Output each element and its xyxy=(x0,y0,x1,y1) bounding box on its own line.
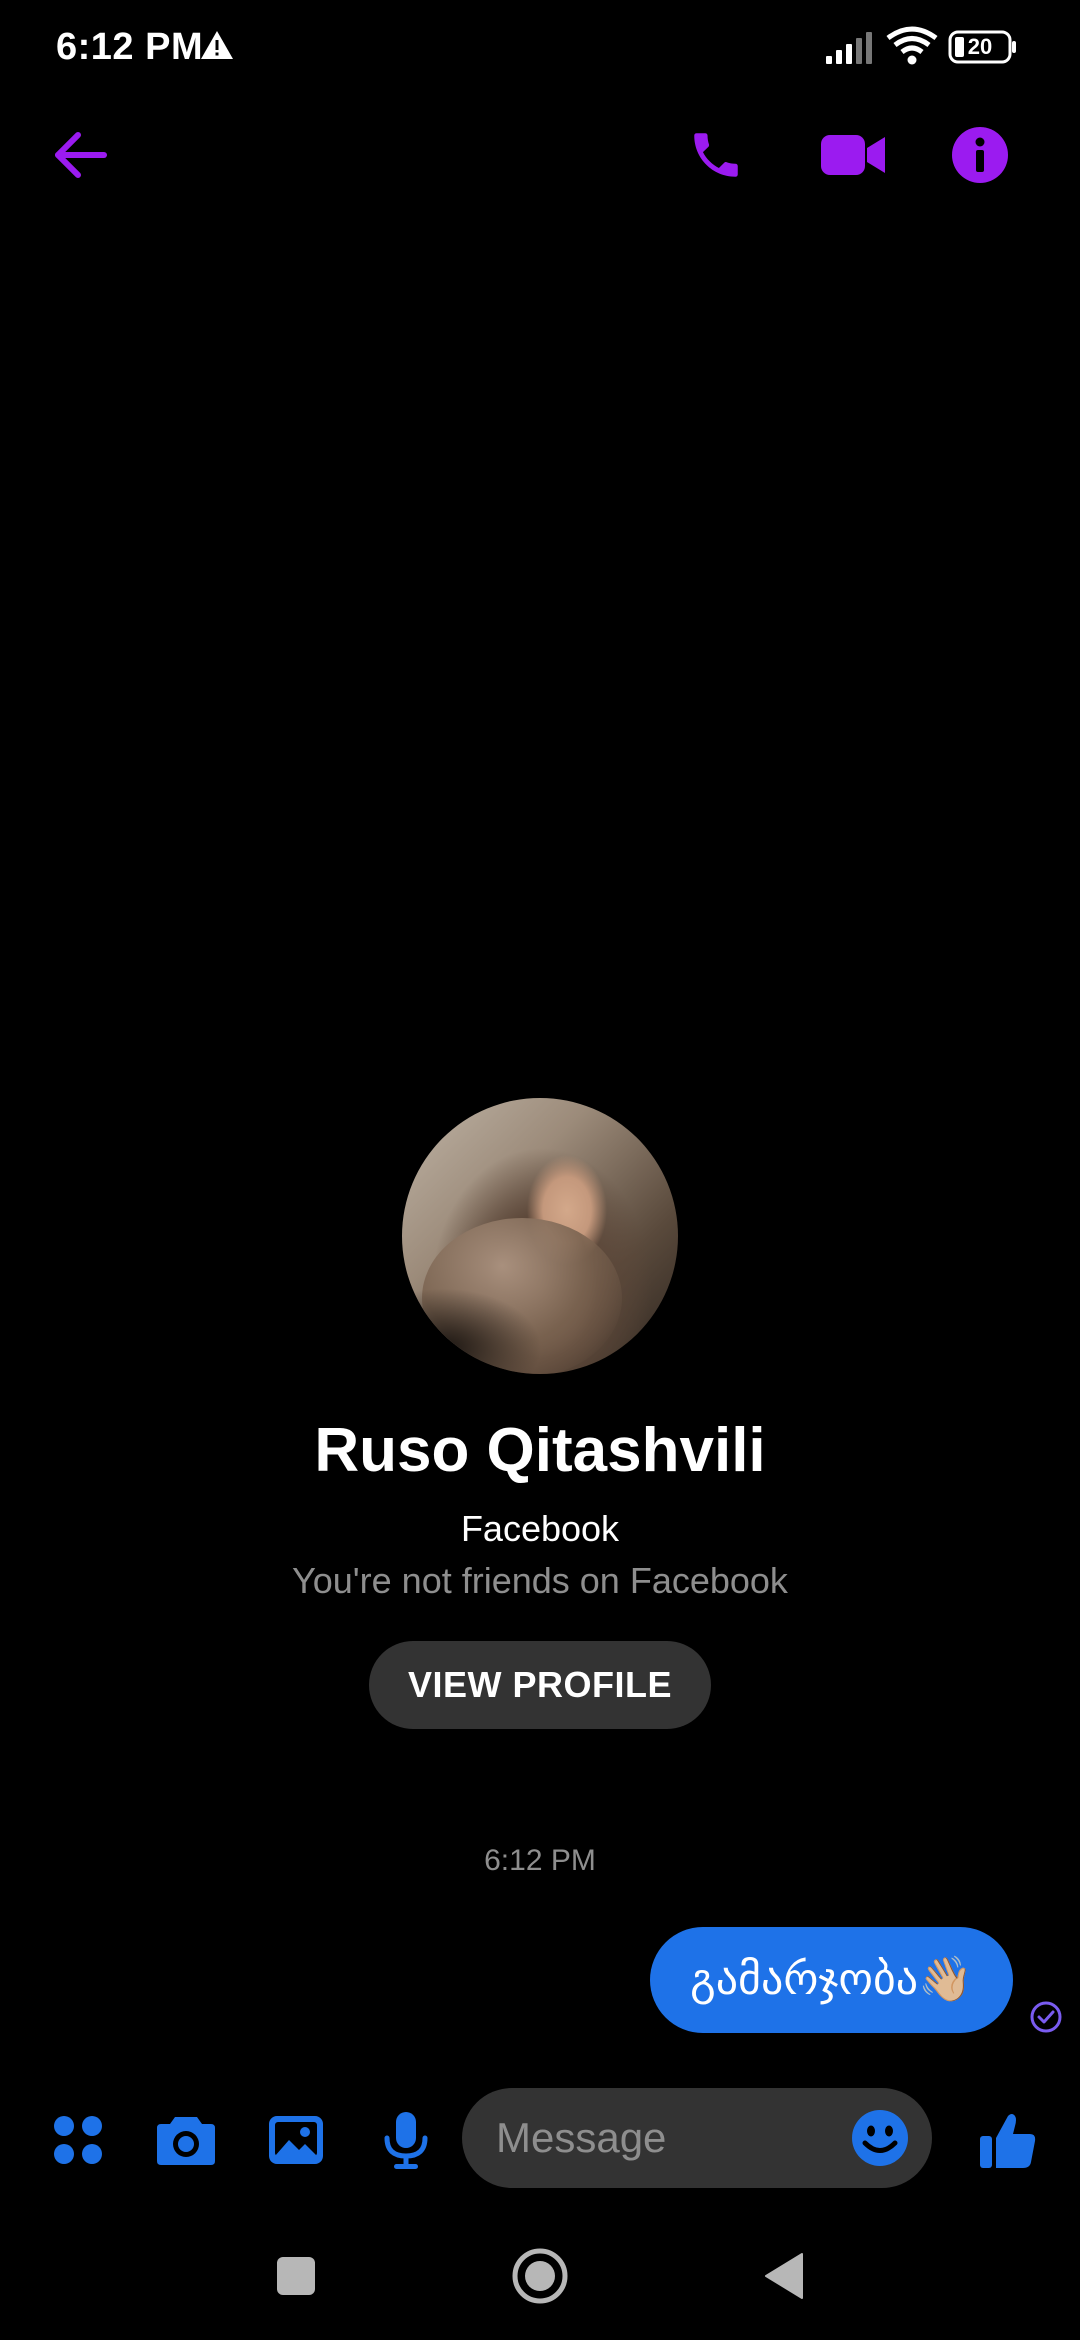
profile-avatar[interactable] xyxy=(402,1098,678,1374)
info-icon xyxy=(952,127,1008,183)
conversation-info-button[interactable] xyxy=(940,115,1020,195)
message-timestamp: 6:12 PM xyxy=(484,1844,596,1877)
battery-level: 20 xyxy=(967,34,993,59)
view-profile-button[interactable]: VIEW PROFILE xyxy=(369,1641,711,1729)
video-call-button[interactable] xyxy=(808,115,898,195)
status-time: 6:12 PM xyxy=(56,26,204,68)
camera-icon xyxy=(157,2117,215,2165)
gallery-button[interactable] xyxy=(256,2100,336,2180)
phone-icon xyxy=(694,133,738,177)
signal-icon xyxy=(824,30,876,71)
home-circle-icon xyxy=(512,2248,568,2304)
sent-message-bubble[interactable]: გამარჯობა👋🏼 xyxy=(650,1927,1013,2033)
gallery-icon xyxy=(269,2116,323,2164)
thumbs-up-icon xyxy=(980,2114,1036,2168)
voice-call-button[interactable] xyxy=(676,115,756,195)
voice-message-button[interactable] xyxy=(366,2100,446,2180)
battery-icon: 20 xyxy=(948,30,1018,64)
message-placeholder: Message xyxy=(496,2114,667,2161)
camera-button[interactable] xyxy=(146,2100,226,2180)
recents-square-icon xyxy=(277,2257,315,2295)
system-back-button[interactable] xyxy=(744,2236,824,2316)
friend-status-text: You're not friends on Facebook xyxy=(292,1560,788,1601)
message-input[interactable]: Message xyxy=(462,2088,932,2188)
wifi-icon xyxy=(886,26,938,71)
back-triangle-icon xyxy=(765,2253,803,2299)
recents-button[interactable] xyxy=(256,2236,336,2316)
back-arrow-icon xyxy=(55,132,107,178)
mic-icon xyxy=(384,2112,428,2169)
apps-icon xyxy=(54,2116,102,2164)
emoji-icon[interactable] xyxy=(848,2106,912,2170)
like-button[interactable] xyxy=(968,2100,1048,2180)
home-button[interactable] xyxy=(500,2236,580,2316)
sent-check-icon xyxy=(1029,2000,1063,2039)
messenger-chat-screen: 6:12 PM 20 Ruso Qitashvili Facebook You'… xyxy=(0,0,1080,2340)
video-icon xyxy=(821,135,885,175)
profile-platform: Facebook xyxy=(460,1508,620,1549)
status-bar: 6:12 PM 20 xyxy=(0,0,1080,100)
warning-icon xyxy=(200,30,234,65)
profile-name: Ruso Qitashvili xyxy=(314,1416,766,1485)
back-button[interactable] xyxy=(40,115,120,195)
apps-button[interactable] xyxy=(38,2100,118,2180)
